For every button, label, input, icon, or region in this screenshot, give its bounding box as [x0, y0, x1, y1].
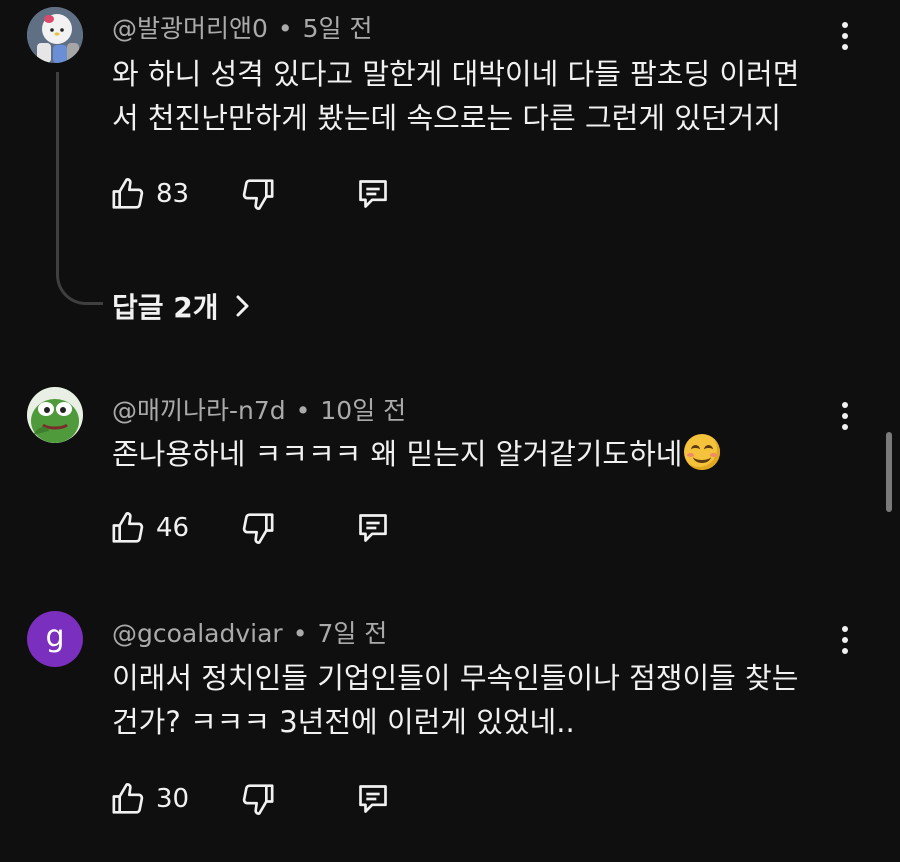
comment-text: 와 하니 성격 있다고 말한게 대박이네 다들 팜초딩 이러면 서 천진난만하게… — [112, 52, 842, 140]
avatar-comment-3[interactable]: g — [27, 611, 83, 667]
like-count: 83 — [156, 179, 190, 209]
like-count: 30 — [156, 784, 190, 814]
author-name[interactable]: @발광머리앤0 — [112, 14, 268, 43]
reply-button[interactable] — [353, 777, 393, 821]
comment-text-line: 존나용하네 ㅋㅋㅋㅋ 왜 믿는지 알거같기도하네 — [112, 437, 683, 471]
comment-icon — [359, 785, 387, 813]
replies-label: 답글 2개 — [112, 291, 219, 324]
separator-dot: • — [292, 619, 308, 648]
like-button[interactable]: 46 — [108, 506, 189, 550]
comment-text: 존나용하네 ㅋㅋㅋㅋ 왜 믿는지 알거같기도하네 — [112, 432, 842, 476]
dislike-button[interactable] — [238, 172, 278, 216]
smiling-face-icon — [684, 434, 721, 470]
author-name[interactable]: @gcoaladviar — [112, 619, 283, 648]
reply-button[interactable] — [353, 506, 393, 550]
avatar-frog-icon — [27, 387, 83, 443]
like-button[interactable]: 30 — [108, 777, 189, 821]
thumbs-down-icon — [242, 513, 274, 544]
like-count: 46 — [156, 513, 190, 543]
comment-meta: @매끼나라-n7d • 10일 전 — [112, 391, 406, 427]
chevron-right-icon — [236, 295, 249, 317]
comment-time[interactable]: 7일 전 — [317, 619, 387, 648]
comment-text-line: 이래서 정치인들 기업인들이 무속인들이나 점쟁이들 찾는 — [112, 661, 799, 695]
thumbs-up-icon — [112, 178, 144, 209]
comment-time[interactable]: 5일 전 — [303, 14, 373, 43]
thumbs-down-icon — [242, 784, 274, 815]
comment-actions: 46 — [108, 506, 428, 550]
comment-icon — [359, 180, 387, 208]
comment-actions: 30 — [108, 777, 428, 821]
comment-text: 이래서 정치인들 기업인들이 무속인들이나 점쟁이들 찾는 건가? ㅋㅋㅋ 3년… — [112, 656, 842, 744]
thread-connector — [56, 72, 103, 305]
separator-dot: • — [295, 396, 311, 425]
avatar-comment-1[interactable] — [27, 7, 83, 63]
avatar-photo-icon — [27, 7, 83, 63]
author-name[interactable]: @매끼나라-n7d — [112, 396, 286, 425]
comment-icon — [359, 514, 387, 542]
more-vert-icon[interactable] — [830, 396, 860, 436]
comment-time[interactable]: 10일 전 — [320, 396, 406, 425]
comment-meta: @gcoaladviar • 7일 전 — [112, 614, 387, 650]
scrollbar-thumb[interactable] — [886, 432, 892, 512]
more-vert-icon[interactable] — [830, 620, 860, 660]
thumbs-up-icon — [112, 512, 144, 543]
avatar-comment-2[interactable] — [27, 387, 83, 443]
reply-button[interactable] — [353, 172, 393, 216]
dislike-button[interactable] — [238, 777, 278, 821]
dislike-button[interactable] — [238, 506, 278, 550]
comment-actions: 83 — [108, 172, 428, 216]
more-vert-icon[interactable] — [830, 16, 860, 56]
comment-text-line: 건가? ㅋㅋㅋ 3년전에 이런게 있었네.. — [112, 705, 575, 739]
comment-text-line: 와 하니 성격 있다고 말한게 대박이네 다들 팜초딩 이러면 — [112, 57, 800, 91]
separator-dot: • — [277, 14, 293, 43]
replies-toggle[interactable]: 답글 2개 — [112, 284, 253, 328]
comment-text-line: 서 천진난만하게 봤는데 속으로는 다른 그런게 있던거지 — [112, 101, 781, 135]
thumbs-down-icon — [242, 179, 274, 210]
like-button[interactable]: 83 — [108, 172, 189, 216]
comment-meta: @발광머리앤0 • 5일 전 — [112, 9, 373, 45]
thumbs-up-icon — [112, 783, 144, 814]
avatar-letter: g — [45, 619, 65, 654]
